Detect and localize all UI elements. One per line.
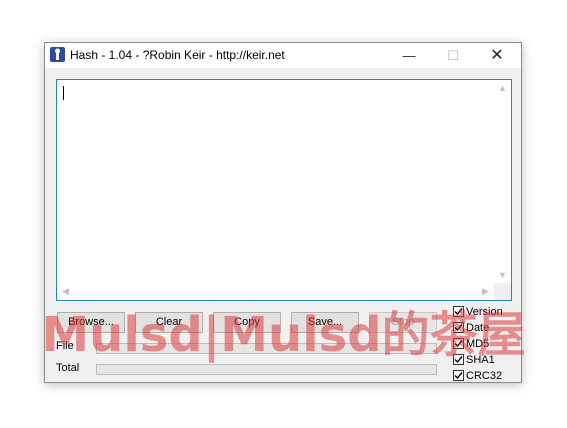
stop-button[interactable]: Stop <box>369 312 437 333</box>
horizontal-scrollbar[interactable]: ◀ ▶ <box>57 283 494 300</box>
version-checkbox[interactable]: Version <box>453 306 503 320</box>
app-icon <box>50 47 65 62</box>
sha1-checkbox-label: SHA1 <box>466 354 495 366</box>
version-checkbox-label: Version <box>466 306 503 318</box>
copy-button[interactable]: Copy <box>213 312 281 333</box>
crc32-checkbox[interactable]: CRC32 <box>453 370 502 384</box>
date-checkbox-label: Date <box>466 322 490 334</box>
checkmark-icon[interactable] <box>453 306 464 317</box>
maximize-button[interactable]: ☐ <box>431 43 475 68</box>
hash-window: Hash - 1.04 - ?Robin Keir - http://keir.… <box>44 42 522 383</box>
total-progress-label: Total <box>56 362 80 374</box>
scroll-left-icon[interactable]: ◀ <box>57 283 74 300</box>
clear-button[interactable]: Clear <box>135 312 203 333</box>
checkmark-icon[interactable] <box>453 322 464 333</box>
checkmark-icon[interactable] <box>453 354 464 365</box>
file-progress-bar <box>96 343 437 354</box>
scroll-corner <box>494 283 511 300</box>
minimize-button[interactable]: — <box>387 43 431 68</box>
file-progress-label: File <box>56 340 74 352</box>
text-caret <box>63 86 64 100</box>
scroll-right-icon[interactable]: ▶ <box>477 283 494 300</box>
checkmark-icon[interactable] <box>453 338 464 349</box>
total-progress-bar <box>96 364 437 375</box>
md5-checkbox[interactable]: MD5 <box>453 338 489 352</box>
scroll-down-icon[interactable]: ▼ <box>494 267 511 284</box>
scroll-up-icon[interactable]: ▲ <box>494 80 511 97</box>
sha1-checkbox[interactable]: SHA1 <box>453 354 495 368</box>
browse-button[interactable]: Browse... <box>57 312 125 333</box>
close-button[interactable]: ✕ <box>475 43 519 68</box>
save-button[interactable]: Save... <box>291 312 359 333</box>
checkmark-icon[interactable] <box>453 370 464 381</box>
vertical-scrollbar[interactable]: ▲ ▼ <box>494 80 511 284</box>
date-checkbox[interactable]: Date <box>453 322 489 336</box>
window-title: Hash - 1.04 - ?Robin Keir - http://keir.… <box>70 48 285 62</box>
crc32-checkbox-label: CRC32 <box>466 370 503 382</box>
hash-output-textarea[interactable]: ▲ ▼ ◀ ▶ <box>56 79 512 301</box>
md5-checkbox-label: MD5 <box>466 338 490 350</box>
title-bar[interactable]: Hash - 1.04 - ?Robin Keir - http://keir.… <box>45 43 521 68</box>
